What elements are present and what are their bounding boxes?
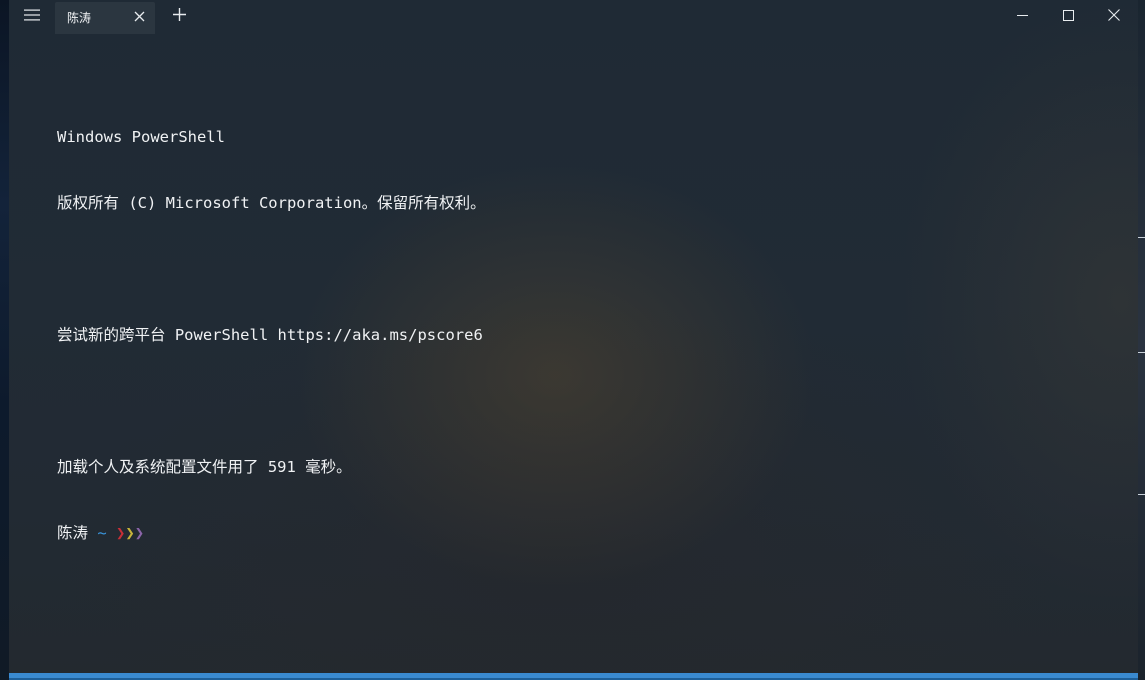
- minimize-icon: [1016, 8, 1028, 26]
- tab-close-button[interactable]: [129, 8, 149, 28]
- tab-active[interactable]: 陈涛: [55, 2, 155, 34]
- terminal-window: 陈涛 Windows PowerShell 版权所有 (C) Microsoft…: [0, 0, 1145, 680]
- hamburger-menu-icon: [24, 8, 40, 26]
- minimize-button[interactable]: [1005, 0, 1039, 34]
- tab-title: 陈涛: [67, 11, 92, 25]
- terminal-line: 版权所有 (C) Microsoft Corporation。保留所有权利。: [57, 194, 486, 212]
- maximize-icon: [1062, 8, 1074, 26]
- maximize-button[interactable]: [1051, 0, 1085, 34]
- terminal-line: Windows PowerShell: [57, 128, 225, 146]
- new-tab-button[interactable]: [165, 0, 193, 34]
- prompt-chevron-red-icon: ❯: [116, 524, 126, 542]
- close-icon: [134, 9, 145, 27]
- plus-icon: [172, 8, 186, 26]
- title-bar: 陈涛: [9, 0, 1138, 34]
- prompt-chevron-purple-icon: ❯: [134, 524, 145, 542]
- terminal-line: 尝试新的跨平台 PowerShell https://aka.ms/pscore…: [57, 326, 483, 344]
- menu-button[interactable]: [15, 0, 49, 34]
- prompt-path: ~: [97, 524, 107, 542]
- close-icon: [1108, 8, 1120, 26]
- terminal-line: 加载个人及系统配置文件用了 591 毫秒。: [57, 458, 352, 476]
- prompt-chevron-yellow-icon: ❯: [125, 524, 135, 542]
- prompt-user: 陈涛: [57, 524, 89, 542]
- close-window-button[interactable]: [1097, 0, 1131, 34]
- desktop-right-edge: [1138, 0, 1145, 680]
- terminal-output[interactable]: Windows PowerShell 版权所有 (C) Microsoft Co…: [57, 82, 1117, 588]
- prompt-line: 陈涛 ~ ❯❯❯: [57, 522, 1117, 544]
- desktop-left-edge: [0, 0, 9, 680]
